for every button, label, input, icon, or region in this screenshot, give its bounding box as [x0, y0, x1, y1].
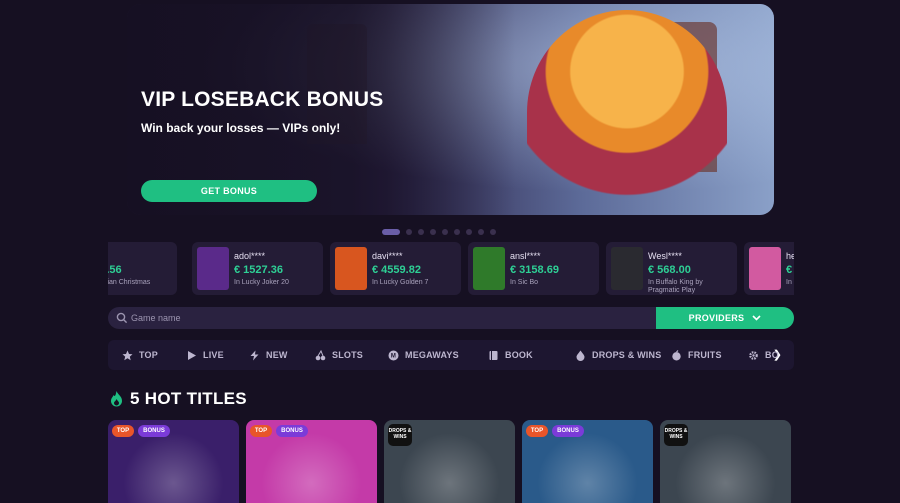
section-title: 5 HOT TITLES [130, 389, 247, 408]
winner-username: adol**** [234, 251, 266, 261]
winner-card[interactable]: adol**** € 1527.36 In Lucky Joker 20 [192, 242, 323, 295]
book-icon [489, 350, 498, 360]
gear-icon [749, 350, 758, 360]
svg-text:M: M [391, 353, 396, 359]
bonus-badge: BONUS [552, 425, 584, 437]
drops-icon [576, 350, 585, 361]
top-badge: TOP [112, 425, 134, 437]
game-thumbnail [197, 247, 229, 290]
winning-game: In Sic Bo [510, 279, 539, 286]
winner-card[interactable]: ansl**** € 3158.69 In Sic Bo [468, 242, 599, 295]
carousel-dot[interactable] [454, 229, 460, 235]
providers-label: PROVIDERS [688, 313, 745, 323]
bonus-badge: BONUS [138, 425, 170, 437]
category-book[interactable]: BOOK [488, 340, 533, 370]
game-search-input[interactable] [131, 309, 651, 327]
win-amount: € 568.00 [648, 264, 691, 276]
category-label: SLOTS [332, 350, 364, 360]
game-tile[interactable]: TOP BONUS [522, 420, 653, 503]
win-amount: € 4559.82 [372, 264, 421, 276]
win-amount: € [786, 264, 793, 276]
carousel-dot[interactable] [478, 229, 484, 235]
casino-lobby: VIP LOSEBACK BONUS Win back your losses … [0, 0, 900, 503]
top-badge: TOP [526, 425, 548, 437]
category-label: MEGAWAYS [405, 350, 459, 360]
carousel-dots [382, 229, 496, 235]
carousel-dot[interactable] [418, 229, 424, 235]
carousel-dot[interactable] [490, 229, 496, 235]
category-label: BO [765, 350, 779, 360]
winner-username: he [786, 251, 794, 261]
category-label: LIVE [203, 350, 224, 360]
game-tile[interactable]: DROPS & WINS [384, 420, 515, 503]
category-label: NEW [266, 350, 288, 360]
recent-winners: a****523.56Hawaiian Christmasadol****€ 1… [108, 242, 794, 295]
bonus-badge: BONUS [276, 425, 308, 437]
winning-game: In Lucky Golden 7 [372, 279, 429, 286]
category-label: TOP [139, 350, 158, 360]
search-icon [116, 312, 128, 324]
carousel-dot[interactable] [466, 229, 472, 235]
get-bonus-button[interactable]: GET BONUS [141, 180, 317, 202]
carousel-dot[interactable] [430, 229, 436, 235]
banner-subtitle: Win back your losses — VIPs only! [141, 121, 341, 135]
winner-card[interactable]: a****523.56Hawaiian Christmas [108, 242, 177, 295]
hot-titles-header: 5 HOT TITLES [110, 389, 247, 409]
lightning-icon [250, 350, 259, 360]
category-live[interactable]: LIVE [186, 340, 224, 370]
category-label: FRUITS [688, 350, 722, 360]
fire-icon [111, 391, 122, 407]
win-amount: 523.56 [108, 264, 122, 276]
carousel-dot[interactable] [442, 229, 448, 235]
category-fruits[interactable]: FRUITS [671, 340, 722, 370]
category-megaways[interactable]: M MEGAWAYS [388, 340, 459, 370]
winner-card[interactable]: davi**** € 4559.82 In Lucky Golden 7 [330, 242, 461, 295]
win-amount: € 1527.36 [234, 264, 283, 276]
winning-game: In [786, 279, 792, 286]
game-thumbnail [749, 247, 781, 290]
promo-banner[interactable]: VIP LOSEBACK BONUS Win back your losses … [127, 4, 774, 215]
game-tile[interactable]: DROPS & WINS [660, 420, 791, 503]
play-icon [188, 350, 196, 360]
category-label: BOOK [505, 350, 533, 360]
winning-game: In Buffalo King by Pragmatic Play [648, 279, 703, 294]
game-tile[interactable]: TOP BONUS [246, 420, 377, 503]
fruit-icon [672, 349, 681, 360]
star-icon [122, 350, 133, 360]
game-tile[interactable]: TOP BONUS [108, 420, 239, 503]
chevron-down-icon [752, 315, 761, 321]
top-badge: TOP [250, 425, 272, 437]
cherry-icon [315, 349, 326, 360]
hot-titles-grid: TOP BONUS TOP BONUS DROPS & WINS TOP BONUS DROP… [108, 420, 794, 503]
winner-card[interactable]: he € In [744, 242, 794, 295]
winning-game: Hawaiian Christmas [108, 279, 151, 286]
carousel-dot[interactable] [406, 229, 412, 235]
winning-game: In Lucky Joker 20 [234, 279, 289, 286]
game-thumbnail [335, 247, 367, 290]
megaways-icon: M [388, 350, 399, 360]
winner-username: Wesl**** [648, 251, 682, 261]
winner-username: ansl**** [510, 251, 541, 261]
win-amount: € 3158.69 [510, 264, 559, 276]
drops-wins-badge: DROPS & WINS [664, 424, 688, 446]
game-thumbnail [611, 247, 643, 290]
winner-username: davi**** [372, 251, 403, 261]
category-top[interactable]: TOP [122, 340, 158, 370]
carousel-dot[interactable] [382, 229, 400, 235]
category-nav: ❯ TOP LIVE NEW SLOTS M MEGAWAYS BOOK DROPS & WI… [108, 340, 794, 370]
banner-title: VIP LOSEBACK BONUS [141, 88, 384, 111]
drops-wins-badge: DROPS & WINS [388, 424, 412, 446]
category-new[interactable]: NEW [249, 340, 288, 370]
category-drops-wins[interactable]: DROPS & WINS [575, 340, 661, 370]
search-bar: PROVIDERS [108, 307, 794, 329]
category-bo[interactable]: BO [748, 340, 779, 370]
category-label: DROPS & WINS [592, 350, 662, 360]
category-slots[interactable]: SLOTS [315, 340, 363, 370]
game-thumbnail [473, 247, 505, 290]
winner-card[interactable]: Wesl**** € 568.00 In Buffalo King by Pragm… [606, 242, 737, 295]
providers-button[interactable]: PROVIDERS [656, 307, 794, 329]
